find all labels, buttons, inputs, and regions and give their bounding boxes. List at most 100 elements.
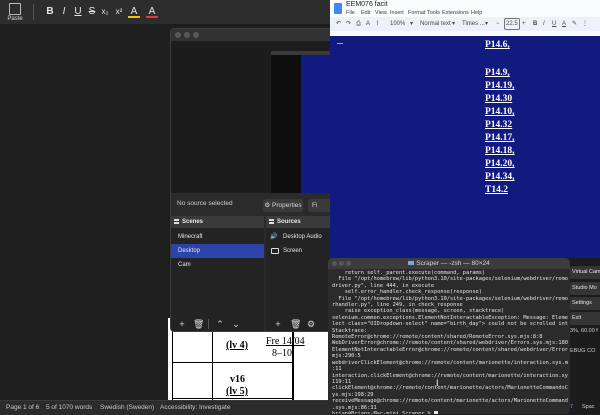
obs-preview[interactable]	[171, 41, 331, 193]
list-item[interactable]: P14.30	[485, 94, 512, 104]
page-number: 7	[570, 404, 574, 410]
document-title[interactable]: EEM076 facit	[346, 1, 388, 8]
settings-button[interactable]: Settings	[570, 297, 600, 310]
zoom-select[interactable]: 100%	[390, 18, 405, 30]
more-options-icon[interactable]: ⋮	[582, 18, 588, 30]
font-select[interactable]: Times ...	[462, 18, 485, 30]
exit-button[interactable]: Exit	[570, 312, 600, 325]
sources-footer: + 🗑 ⚙	[266, 317, 331, 331]
list-item[interactable]: P14.32	[485, 120, 512, 130]
superscript-button[interactable]: x²	[113, 5, 125, 18]
chevron-down-icon: ▾	[485, 21, 489, 27]
paint-format-icon[interactable]: ⌇	[376, 18, 379, 30]
page-count[interactable]: Page 1 of 6	[6, 401, 39, 415]
redo-icon[interactable]: ↷	[346, 18, 351, 30]
bold-icon[interactable]: B	[533, 18, 537, 30]
source-label: Screen	[283, 248, 303, 254]
bold-button[interactable]: B	[44, 5, 56, 18]
sources-title: Sources	[277, 219, 301, 225]
studio-mode-button[interactable]: Studio Mo	[570, 282, 600, 295]
add-scene-icon[interactable]: +	[177, 319, 187, 329]
obs-window: No source selected ⚙ Properties Fi Scene…	[170, 28, 332, 332]
source-settings-icon[interactable]: ⚙	[306, 319, 316, 329]
spaces-label: Spac	[582, 404, 595, 410]
highlight-button[interactable]: A	[128, 5, 140, 18]
preview-capture-doc	[301, 51, 331, 193]
list-item[interactable]: P14.17,	[485, 133, 515, 143]
subscript-button[interactable]: x₂	[99, 5, 111, 18]
text-color-icon[interactable]: A	[562, 18, 566, 30]
accessibility-status[interactable]: Accessibility: Investigate	[160, 401, 230, 415]
list-item[interactable]: P14.20,	[485, 159, 515, 169]
spellcheck-icon[interactable]: A	[366, 18, 370, 30]
word-count[interactable]: 5 of 1070 words	[46, 401, 92, 415]
move-scene-up-icon[interactable]: ⌃	[215, 319, 225, 329]
scene-item-minecraft[interactable]: Minecraft	[171, 230, 264, 244]
decrease-font-size-icon[interactable]: −	[496, 18, 500, 30]
scene-label: Desktop	[178, 248, 201, 254]
undo-icon[interactable]: ↶	[336, 18, 341, 30]
move-scene-down-icon[interactable]: ⌄	[231, 319, 241, 329]
table-rule	[172, 362, 292, 363]
menu-view[interactable]: View	[375, 10, 387, 16]
sources-dock: Sources 🔊 Desktop Audio Screen + 🗑 ⚙	[266, 216, 331, 331]
list-item[interactable]: P14.18,	[485, 146, 515, 156]
source-item-screen[interactable]: Screen	[266, 244, 331, 258]
underline-button[interactable]: U	[72, 5, 84, 18]
menu-insert[interactable]: Insert	[390, 10, 404, 16]
scene-label: Minecraft	[178, 234, 203, 240]
properties-button[interactable]: ⚙ Properties	[263, 199, 303, 212]
menu-format[interactable]: Format	[408, 10, 425, 16]
sources-header: Sources	[266, 216, 331, 228]
word-ribbon: Paste B I U S x₂ x² A A	[0, 0, 330, 25]
menu-extensions[interactable]: Extensions	[442, 10, 469, 16]
remove-scene-icon[interactable]: 🗑	[193, 319, 204, 329]
underline-icon[interactable]: U	[552, 18, 556, 30]
word-status-bar: Page 1 of 6 5 of 1070 words Swedish (Swe…	[0, 400, 330, 415]
close-window-icon[interactable]	[175, 32, 181, 38]
table-cell: Fre 14/04	[266, 336, 305, 347]
strikethrough-button[interactable]: S	[86, 5, 98, 18]
menu-help[interactable]: Help	[471, 10, 482, 16]
terminal-line: receiveMessage@chrome://remote/content/m…	[332, 398, 568, 405]
terminal-line: lect class="UIDropdown-select" name="bir…	[332, 321, 568, 328]
virtual-camera-button[interactable]: Virtual Cam	[570, 266, 600, 279]
sources-icon	[269, 219, 274, 224]
scenes-dock: Scenes Minecraft Desktop Cam + 🗑 ⌃ ⌄	[171, 216, 264, 331]
menu-edit[interactable]: Edit	[361, 10, 370, 16]
minimize-window-icon[interactable]	[184, 32, 190, 38]
document-body[interactable]: P14.6, P14.9, P14.19, P14.30 P14.10, P14…	[330, 36, 600, 258]
highlight-icon[interactable]: ✎	[572, 18, 577, 30]
font-color-button[interactable]: A	[146, 5, 158, 18]
source-item-desktop-audio[interactable]: 🔊 Desktop Audio	[266, 230, 331, 244]
docs-logo-icon[interactable]	[334, 3, 342, 14]
menu-tools[interactable]: Tools	[427, 10, 440, 16]
scene-item-cam[interactable]: Cam	[171, 258, 264, 272]
list-item[interactable]: P14.6,	[485, 40, 510, 50]
list-item[interactable]: P14.19,	[485, 81, 515, 91]
terminal-window[interactable]: Scraper — -zsh — 80×24 return self._pare…	[328, 258, 570, 414]
increase-font-size-icon[interactable]: +	[522, 18, 526, 30]
font-size-field[interactable]: 22.5	[504, 18, 520, 30]
zoom-window-icon[interactable]	[193, 32, 199, 38]
list-item[interactable]: T14.2	[485, 185, 508, 195]
paste-button[interactable]: Paste	[4, 2, 26, 22]
italic-icon[interactable]: I	[543, 18, 545, 30]
remove-source-icon[interactable]: 🗑	[290, 319, 301, 329]
language-indicator[interactable]: Swedish (Sweden)	[100, 401, 154, 415]
print-icon[interactable]: ⎙	[356, 18, 361, 30]
terminal-line: webdriverClickElement@chrome://remote/co…	[332, 359, 568, 366]
terminal-output[interactable]: return self._parent.execute(command, par…	[332, 270, 568, 414]
terminal-titlebar: Scraper — -zsh — 80×24	[328, 258, 570, 269]
filters-button[interactable]: Fi	[308, 199, 331, 212]
menu-file[interactable]: File	[346, 10, 355, 16]
scene-item-desktop[interactable]: Desktop	[171, 244, 264, 258]
add-source-icon[interactable]: +	[273, 319, 283, 329]
style-select[interactable]: Normal text	[420, 18, 451, 30]
list-item[interactable]: P14.9,	[485, 68, 510, 78]
list-item[interactable]: P14.10,	[485, 107, 515, 117]
terminal-title-text: Scraper — -zsh — 80×24	[416, 260, 490, 267]
italic-button[interactable]: I	[58, 5, 70, 18]
debug-label: EBUG CO	[570, 348, 596, 354]
list-item[interactable]: P14.34,	[485, 172, 515, 182]
